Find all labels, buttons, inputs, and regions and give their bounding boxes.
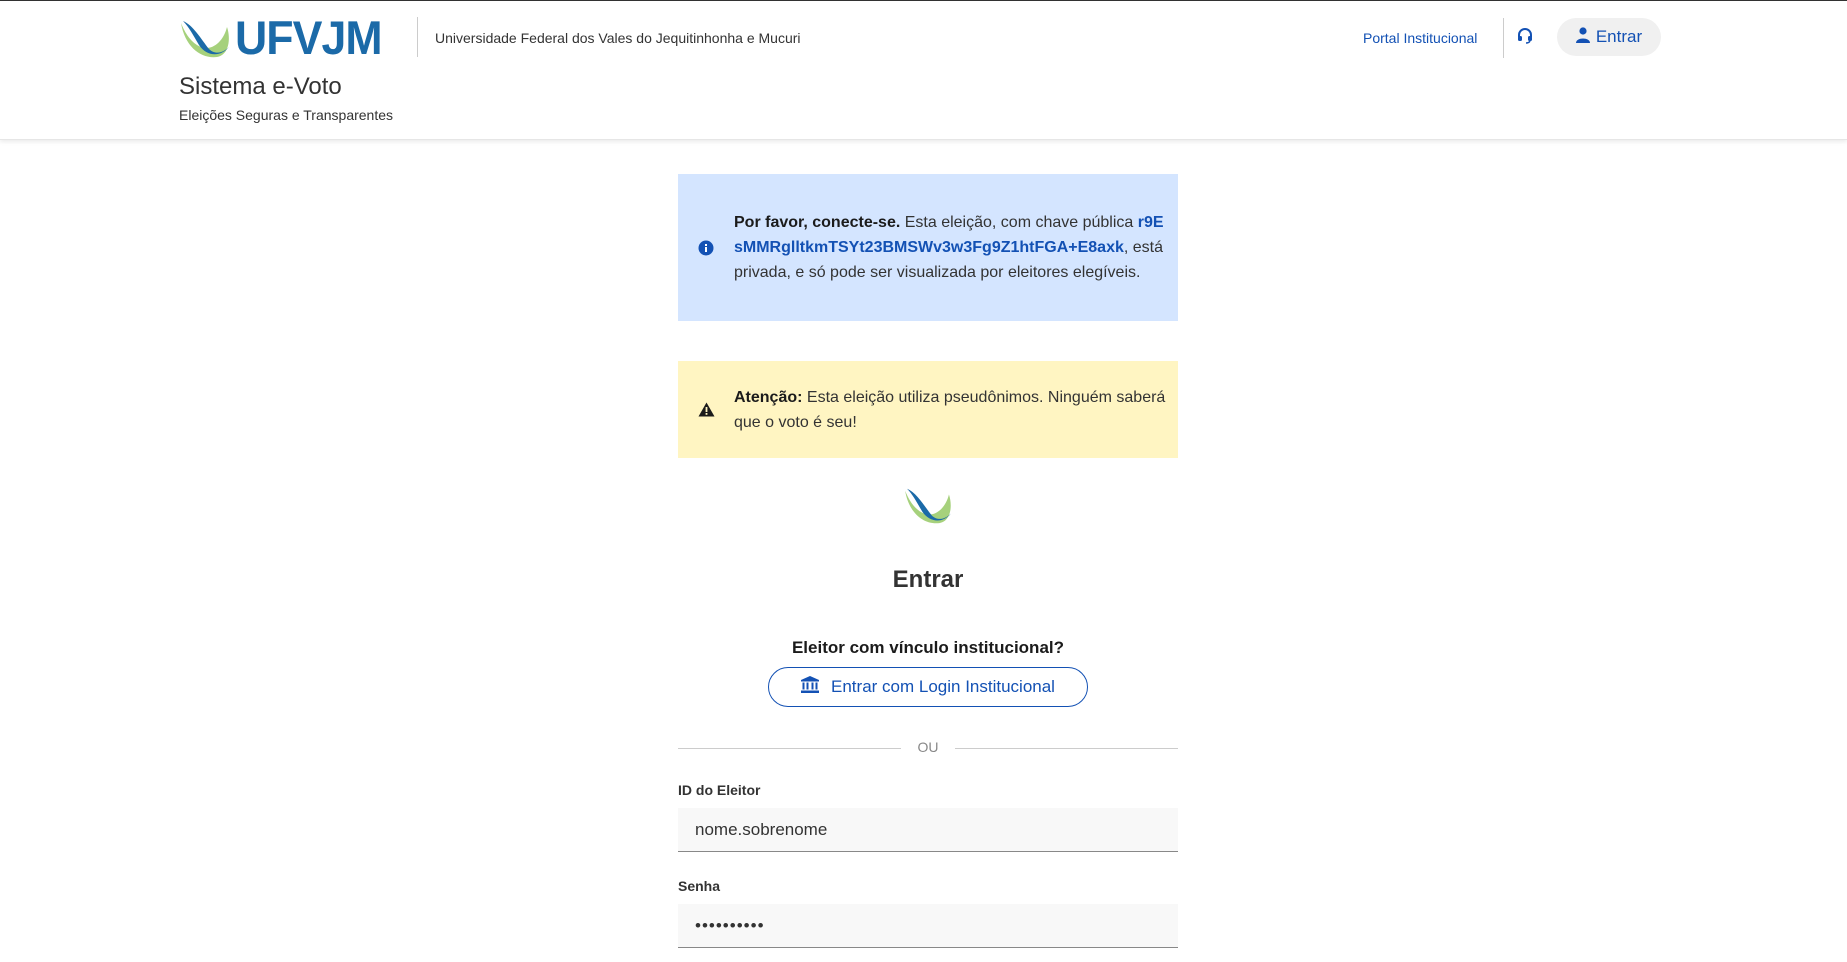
institutional-login-button[interactable]: Entrar com Login Institucional xyxy=(768,667,1088,707)
institutional-login-label: Entrar com Login Institucional xyxy=(831,677,1055,696)
system-title: Sistema e-Voto xyxy=(179,73,342,100)
university-name: Universidade Federal dos Vales do Jequit… xyxy=(435,30,801,46)
voter-id-label: ID do Eleitor xyxy=(678,782,761,798)
info-icon xyxy=(678,240,734,256)
brand-divider xyxy=(417,17,418,57)
info-alert: Por favor, conecte-se. Esta eleição, com… xyxy=(678,174,1178,321)
voter-id-input[interactable] xyxy=(678,808,1178,852)
or-divider: OU xyxy=(678,738,1178,758)
leaf-logo-icon xyxy=(181,21,229,58)
portal-institucional-link[interactable]: Portal Institucional xyxy=(1363,30,1477,46)
leaf-logo-icon xyxy=(903,485,953,525)
or-line-right xyxy=(955,748,1178,749)
ufvjm-logo[interactable]: UFVJM xyxy=(179,11,395,64)
nav-divider xyxy=(1503,18,1504,58)
header-login-button[interactable]: Entrar xyxy=(1557,18,1661,56)
headset-icon[interactable] xyxy=(1514,25,1536,47)
warning-alert: Atenção: Esta eleição utiliza pseudônimo… xyxy=(678,361,1178,458)
password-input[interactable] xyxy=(678,904,1178,948)
logo-wordmark: UFVJM xyxy=(235,11,383,64)
user-icon xyxy=(1575,26,1590,48)
info-alert-title: Por favor, conecte-se. xyxy=(734,214,901,231)
warning-alert-title: Atenção: xyxy=(734,388,803,406)
info-alert-text: Por favor, conecte-se. Esta eleição, com… xyxy=(734,210,1170,285)
institutional-question: Eleitor com vínculo institucional? xyxy=(791,638,1065,657)
login-title: Entrar xyxy=(892,566,964,593)
header-login-label: Entrar xyxy=(1595,27,1643,46)
system-subtitle: Eleições Seguras e Transparentes xyxy=(179,107,394,123)
password-label: Senha xyxy=(678,878,721,894)
or-text: OU xyxy=(917,739,939,755)
warning-icon xyxy=(678,402,734,417)
bank-icon xyxy=(801,676,820,698)
info-alert-text-before: Esta eleição, com chave pública xyxy=(900,214,1138,231)
warning-alert-text: Atenção: Esta eleição utiliza pseudônimo… xyxy=(734,385,1170,435)
site-header: UFVJM Universidade Federal dos Vales do … xyxy=(0,1,1847,140)
